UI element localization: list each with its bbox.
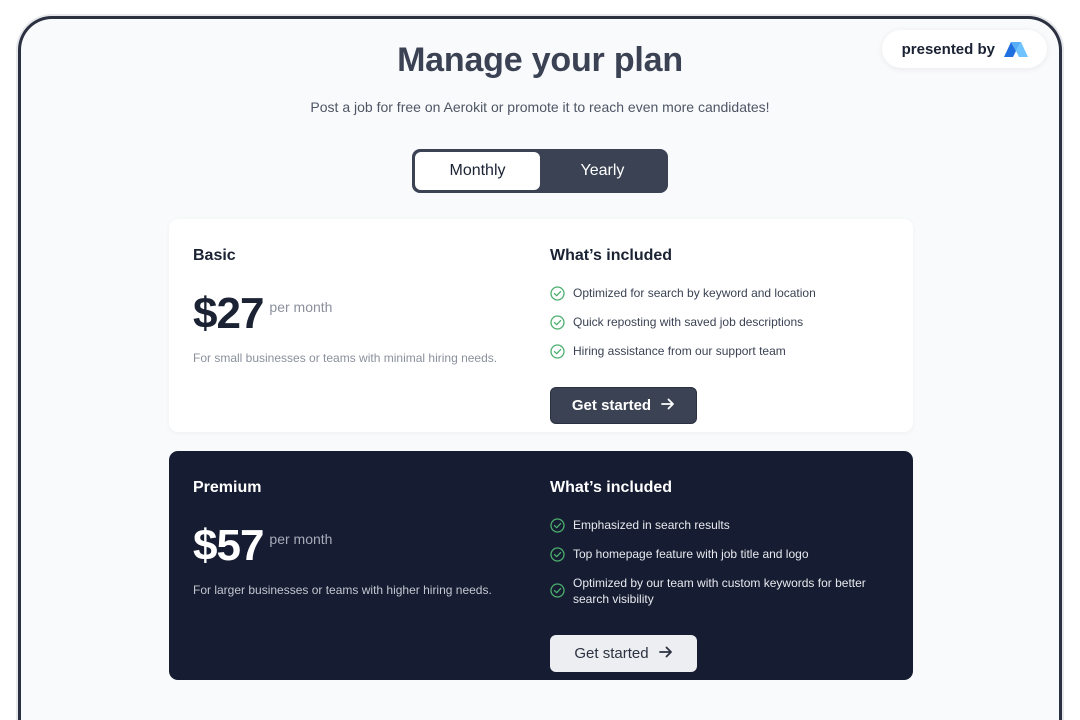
feature-item: Optimized by our team with custom keywor…	[550, 575, 890, 607]
feature-text: Optimized by our team with custom keywor…	[573, 576, 866, 606]
feature-text: Optimized for search by keyword and loca…	[573, 286, 816, 300]
page-title: Manage your plan	[397, 41, 683, 79]
plan-card-premium: Premium $57 per month For larger busines…	[169, 451, 913, 680]
check-circle-icon	[550, 344, 565, 363]
included-title: What’s included	[550, 247, 673, 264]
plan-price: $27	[193, 289, 264, 338]
feature-text: Quick reposting with saved job descripti…	[573, 315, 804, 329]
plan-description: For small businesses or teams with minim…	[193, 351, 498, 365]
check-circle-icon	[550, 547, 565, 566]
check-circle-icon	[550, 583, 565, 602]
feature-text: Emphasized in search results	[573, 518, 730, 532]
check-circle-icon	[550, 315, 565, 334]
plan-card-basic: Basic $27 per month For small businesses…	[169, 219, 913, 432]
feature-list: Emphasized in search results Top homepag…	[550, 517, 890, 616]
feature-list: Optimized for search by keyword and loca…	[550, 285, 890, 372]
toggle-monthly[interactable]: Monthly	[415, 152, 540, 190]
button-label: Get started	[571, 397, 652, 414]
plan-name: Premium	[193, 479, 262, 496]
feature-item: Emphasized in search results	[550, 517, 890, 537]
arrow-right-icon	[658, 645, 673, 662]
plan-name: Basic	[193, 247, 236, 264]
app-frame: presented by Manage your plan Post a job…	[18, 16, 1062, 720]
button-label: Get started	[574, 645, 649, 662]
feature-item: Optimized for search by keyword and loca…	[550, 285, 890, 305]
plan-period: per month	[269, 299, 333, 315]
price-row: $57 per month	[193, 521, 332, 571]
check-circle-icon	[550, 286, 565, 305]
price-row: $27 per month	[193, 289, 332, 339]
plan-description: For larger businesses or teams with high…	[193, 583, 492, 597]
arrow-right-icon	[661, 397, 675, 414]
get-started-button-basic[interactable]: Get started	[550, 387, 697, 424]
feature-item: Hiring assistance from our support team	[550, 343, 890, 363]
page-subtitle: Post a job for free on Aerokit or promot…	[310, 99, 770, 115]
check-circle-icon	[550, 518, 565, 537]
feature-text: Hiring assistance from our support team	[573, 344, 786, 358]
plan-period: per month	[269, 531, 333, 547]
plan-price: $57	[193, 521, 264, 570]
feature-item: Top homepage feature with job title and …	[550, 546, 890, 566]
feature-text: Top homepage feature with job title and …	[573, 547, 809, 561]
toggle-yearly[interactable]: Yearly	[540, 152, 665, 190]
included-title: What’s included	[550, 479, 673, 496]
get-started-button-premium[interactable]: Get started	[550, 635, 697, 672]
billing-toggle[interactable]: Monthly Yearly	[412, 149, 668, 193]
feature-item: Quick reposting with saved job descripti…	[550, 314, 890, 334]
